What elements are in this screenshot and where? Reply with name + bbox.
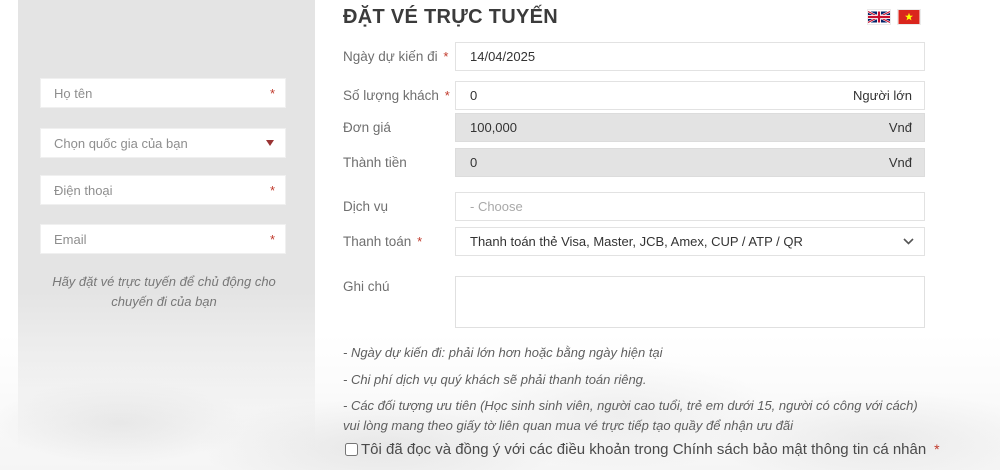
sidebar-caption: Hãy đặt vé trực tuyến để chủ động cho ch… <box>52 274 276 309</box>
phone-field[interactable]: * <box>40 175 286 205</box>
service-field[interactable] <box>455 192 925 221</box>
vietnam-flag-icon[interactable] <box>898 10 920 24</box>
unit-price-field: Vnđ <box>455 113 925 142</box>
unit-price-label: Đơn giá <box>343 120 391 135</box>
quantity-input[interactable] <box>456 88 853 103</box>
phone-input[interactable] <box>41 182 270 198</box>
privacy-consent-row[interactable]: Tôi đã đọc và đồng ý với các điều khoản … <box>345 440 955 460</box>
required-asterisk: * <box>417 234 423 249</box>
total-currency-label: Vnđ <box>888 155 912 170</box>
payment-select[interactable]: Thanh toán thẻ Visa, Master, JCB, Amex, … <box>455 227 925 256</box>
privacy-consent-checkbox[interactable] <box>345 443 358 456</box>
service-input[interactable] <box>456 199 924 214</box>
required-asterisk: * <box>269 85 275 101</box>
email-input[interactable] <box>41 231 270 247</box>
contact-sidebar: * * * Hãy đặt vé trực tuyến để chủ động … <box>18 0 315 470</box>
unit-price-currency-label: Vnđ <box>888 120 912 135</box>
note-label: Ghi chú <box>343 279 390 294</box>
quantity-label: Số lượng khách * <box>343 88 450 103</box>
date-input[interactable] <box>456 49 924 64</box>
date-label: Ngày dự kiến đi * <box>343 49 449 64</box>
email-field[interactable]: * <box>40 224 286 254</box>
country-select[interactable] <box>40 128 286 158</box>
unit-price-input <box>456 120 889 135</box>
service-label: Dịch vụ <box>343 199 389 214</box>
note-field[interactable] <box>455 276 925 328</box>
full-name-field[interactable]: * <box>40 78 286 108</box>
required-asterisk: * <box>269 231 275 247</box>
required-asterisk: * <box>269 182 275 198</box>
quantity-unit-label: Người lớn <box>853 88 912 103</box>
date-field[interactable] <box>455 42 925 71</box>
total-label: Thành tiền <box>343 155 407 170</box>
uk-flag-icon[interactable] <box>868 10 890 24</box>
chevron-down-icon <box>266 140 274 146</box>
country-select-input[interactable] <box>41 135 266 151</box>
required-asterisk: * <box>443 49 449 64</box>
form-note: - Ngày dự kiến đi: phải lớn hơn hoặc bằn… <box>343 345 663 360</box>
required-asterisk: * <box>934 441 940 457</box>
full-name-input[interactable] <box>41 85 270 101</box>
quantity-field[interactable]: Người lớn <box>455 81 925 110</box>
booking-page: * * * Hãy đặt vé trực tuyến để chủ động … <box>0 0 1000 470</box>
privacy-consent-label: Tôi đã đọc và đồng ý với các điều khoản … <box>361 441 927 458</box>
total-input <box>456 155 889 170</box>
page-title: ĐẶT VÉ TRỰC TUYẾN <box>343 6 559 28</box>
chevron-down-icon <box>903 238 924 245</box>
form-note: - Các đối tượng ưu tiên (Học sinh sinh v… <box>343 398 918 434</box>
payment-label: Thanh toán * <box>343 234 423 249</box>
language-switcher <box>868 10 920 24</box>
note-textarea[interactable] <box>456 277 924 327</box>
required-asterisk: * <box>444 88 450 103</box>
payment-selected-option: Thanh toán thẻ Visa, Master, JCB, Amex, … <box>470 234 803 249</box>
total-field: Vnđ <box>455 148 925 177</box>
form-note: - Chi phí dịch vụ quý khách sẽ phải than… <box>343 372 647 387</box>
